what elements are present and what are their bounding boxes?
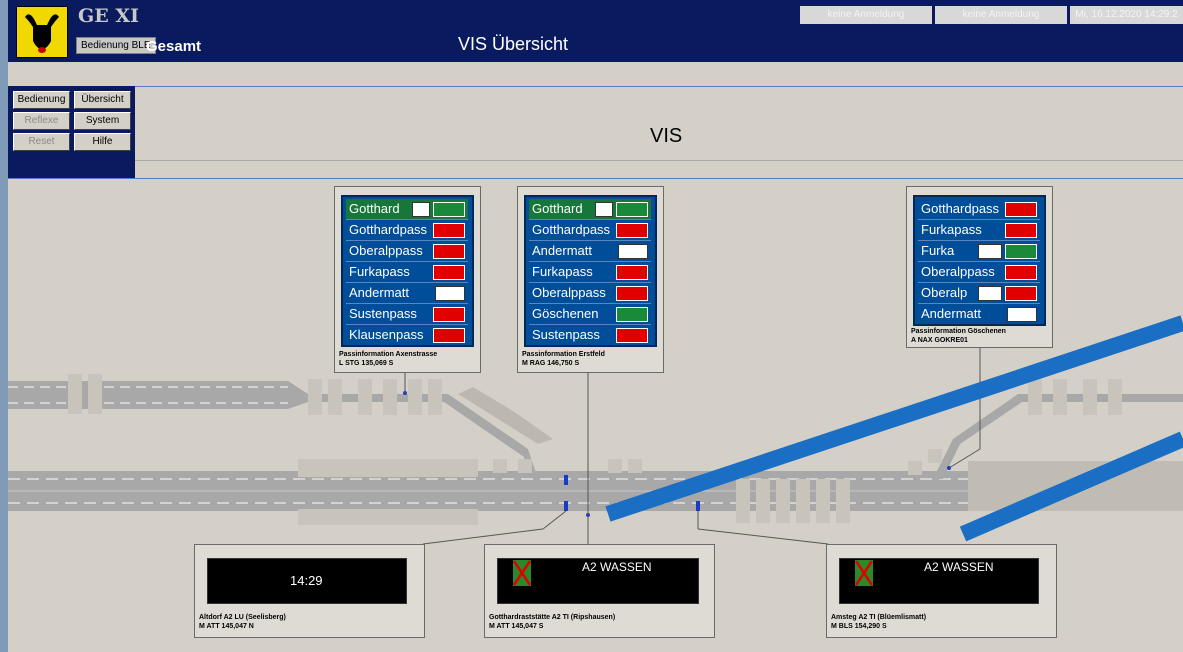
sign-caption: Passinformation Erstfeld M RAG 146,750 S bbox=[522, 351, 605, 367]
pass-info-sign: Gotthard Gotthardpass Oberalppass Furkap… bbox=[341, 195, 474, 347]
title-bar: GE XI Bedienung BLE Gesamt VIS Übersicht… bbox=[8, 0, 1183, 62]
closed-badge bbox=[433, 328, 465, 343]
open-badge bbox=[1005, 244, 1037, 259]
closed-badge bbox=[433, 307, 465, 322]
bedienung-button[interactable]: Bedienung bbox=[13, 91, 70, 109]
lane-closed-icon bbox=[512, 560, 532, 586]
canton-uri-logo bbox=[16, 6, 68, 58]
hilfe-button[interactable]: Hilfe bbox=[74, 133, 131, 151]
sign-row: Gotthard bbox=[346, 199, 468, 220]
sign-caption: Passinformation Göschenen A NAX GOKRE01 bbox=[911, 328, 1006, 344]
closed-badge bbox=[1005, 286, 1037, 301]
datetime-status: Mi, 16.12.2020 14:29:2 bbox=[1070, 6, 1183, 24]
vms-caption: Amsteg A2 TI (Blüemlismatt) M BLS 154,290… bbox=[831, 614, 927, 630]
pass-info-sign: Gotthardpass Furkapass Furka Oberalppass… bbox=[913, 195, 1046, 326]
sign-row: Oberalp bbox=[918, 283, 1040, 304]
sign-row: Furka bbox=[918, 241, 1040, 262]
vms-caption: Altdorf A2 LU (Seelisberg) M ATT 145,047 … bbox=[199, 614, 286, 630]
nav-menu: Bedienung Übersicht Reflexe System Reset… bbox=[8, 86, 135, 178]
vis-title: VIS bbox=[650, 125, 683, 147]
sign-panel-goeschenen[interactable]: Gotthardpass Furkapass Furka Oberalppass… bbox=[906, 186, 1053, 348]
sign-row: Klausenpass bbox=[346, 325, 468, 345]
login-status-1: keine Anmeldung bbox=[800, 6, 932, 24]
vis-header: VIS bbox=[135, 86, 1183, 179]
closed-badge bbox=[1005, 202, 1037, 217]
sign-row: Sustenpass bbox=[346, 304, 468, 325]
vms-display: A2 WASSEN bbox=[497, 558, 699, 604]
vms-panel-ripshausen[interactable]: A2 WASSEN Gotthardraststätte A2 TI (Rips… bbox=[484, 544, 715, 638]
sign-panel-erstfeld[interactable]: Gotthard Gotthardpass Andermatt Furkapas… bbox=[517, 186, 664, 373]
vms-text: A2 WASSEN bbox=[924, 560, 994, 574]
open-badge bbox=[616, 202, 648, 217]
vms-display: 14:29 bbox=[207, 558, 407, 604]
sign-row: Furkapass bbox=[918, 220, 1040, 241]
vms-panel-altdorf[interactable]: 14:29 Altdorf A2 LU (Seelisberg) M ATT 14… bbox=[194, 544, 425, 638]
sign-row: Gotthardpass bbox=[346, 220, 468, 241]
sign-row: Oberalppass bbox=[346, 241, 468, 262]
scope-label: Gesamt bbox=[146, 38, 202, 55]
login-status-2: keine Anmeldung bbox=[935, 6, 1067, 24]
sign-row: Gotthardpass bbox=[918, 199, 1040, 220]
open-badge bbox=[433, 202, 465, 217]
sign-row: Oberalppass bbox=[529, 283, 651, 304]
sign-row: Sustenpass bbox=[529, 325, 651, 345]
vms-panel-amsteg[interactable]: A2 WASSEN Amsteg A2 TI (Blüemlismatt) M B… bbox=[826, 544, 1057, 638]
divider bbox=[135, 160, 1183, 161]
sign-caption: Passinformation Axenstrasse L STG 135,069… bbox=[339, 351, 438, 367]
app-title: GE XI bbox=[78, 5, 139, 27]
tunnel-icon bbox=[412, 202, 430, 217]
sign-row: Oberalppass bbox=[918, 262, 1040, 283]
car-train-icon bbox=[978, 286, 1002, 301]
tunnel-icon bbox=[595, 202, 613, 217]
snow-warning-icon bbox=[435, 286, 465, 301]
sign-row: Andermatt bbox=[918, 304, 1040, 324]
lane-closed-icon bbox=[854, 560, 874, 586]
closed-badge bbox=[1005, 265, 1037, 280]
closed-badge bbox=[433, 265, 465, 280]
vms-display: A2 WASSEN bbox=[839, 558, 1039, 604]
vms-text: A2 WASSEN bbox=[582, 560, 652, 574]
closed-badge bbox=[616, 328, 648, 343]
vms-text: 14:29 bbox=[290, 573, 323, 588]
snow-warning-icon bbox=[618, 244, 648, 259]
sign-row: Gotthardpass bbox=[529, 220, 651, 241]
sign-row: Gotthard bbox=[529, 199, 651, 220]
closed-badge bbox=[433, 244, 465, 259]
closed-badge bbox=[1005, 223, 1037, 238]
system-button[interactable]: System bbox=[74, 112, 131, 130]
page-heading: VIS Übersicht bbox=[458, 34, 569, 54]
closed-badge bbox=[616, 265, 648, 280]
sign-row: Andermatt bbox=[529, 241, 651, 262]
sign-row: Göschenen bbox=[529, 304, 651, 325]
open-badge bbox=[616, 307, 648, 322]
snow-warning-icon bbox=[1007, 307, 1037, 322]
main-window: GE XI Bedienung BLE Gesamt VIS Übersicht… bbox=[8, 0, 1183, 652]
sign-row: Furkapass bbox=[529, 262, 651, 283]
closed-badge bbox=[433, 223, 465, 238]
sign-row: Furkapass bbox=[346, 262, 468, 283]
mode-badge: Bedienung BLE bbox=[76, 37, 156, 54]
toolbar-strip bbox=[8, 62, 1183, 86]
car-train-icon bbox=[978, 244, 1002, 259]
closed-badge bbox=[616, 286, 648, 301]
sign-row: Andermatt bbox=[346, 283, 468, 304]
uebersicht-button[interactable]: Übersicht bbox=[74, 91, 131, 109]
vms-caption: Gotthardraststätte A2 TI (Ripshausen) M A… bbox=[489, 614, 616, 630]
road-schematic: Gotthard Gotthardpass Oberalppass Furkap… bbox=[8, 178, 1183, 652]
pass-info-sign: Gotthard Gotthardpass Andermatt Furkapas… bbox=[524, 195, 657, 347]
closed-badge bbox=[616, 223, 648, 238]
reset-button[interactable]: Reset bbox=[13, 133, 70, 151]
reflexe-button[interactable]: Reflexe bbox=[13, 112, 70, 130]
sign-panel-axenstrasse[interactable]: Gotthard Gotthardpass Oberalppass Furkap… bbox=[334, 186, 481, 373]
